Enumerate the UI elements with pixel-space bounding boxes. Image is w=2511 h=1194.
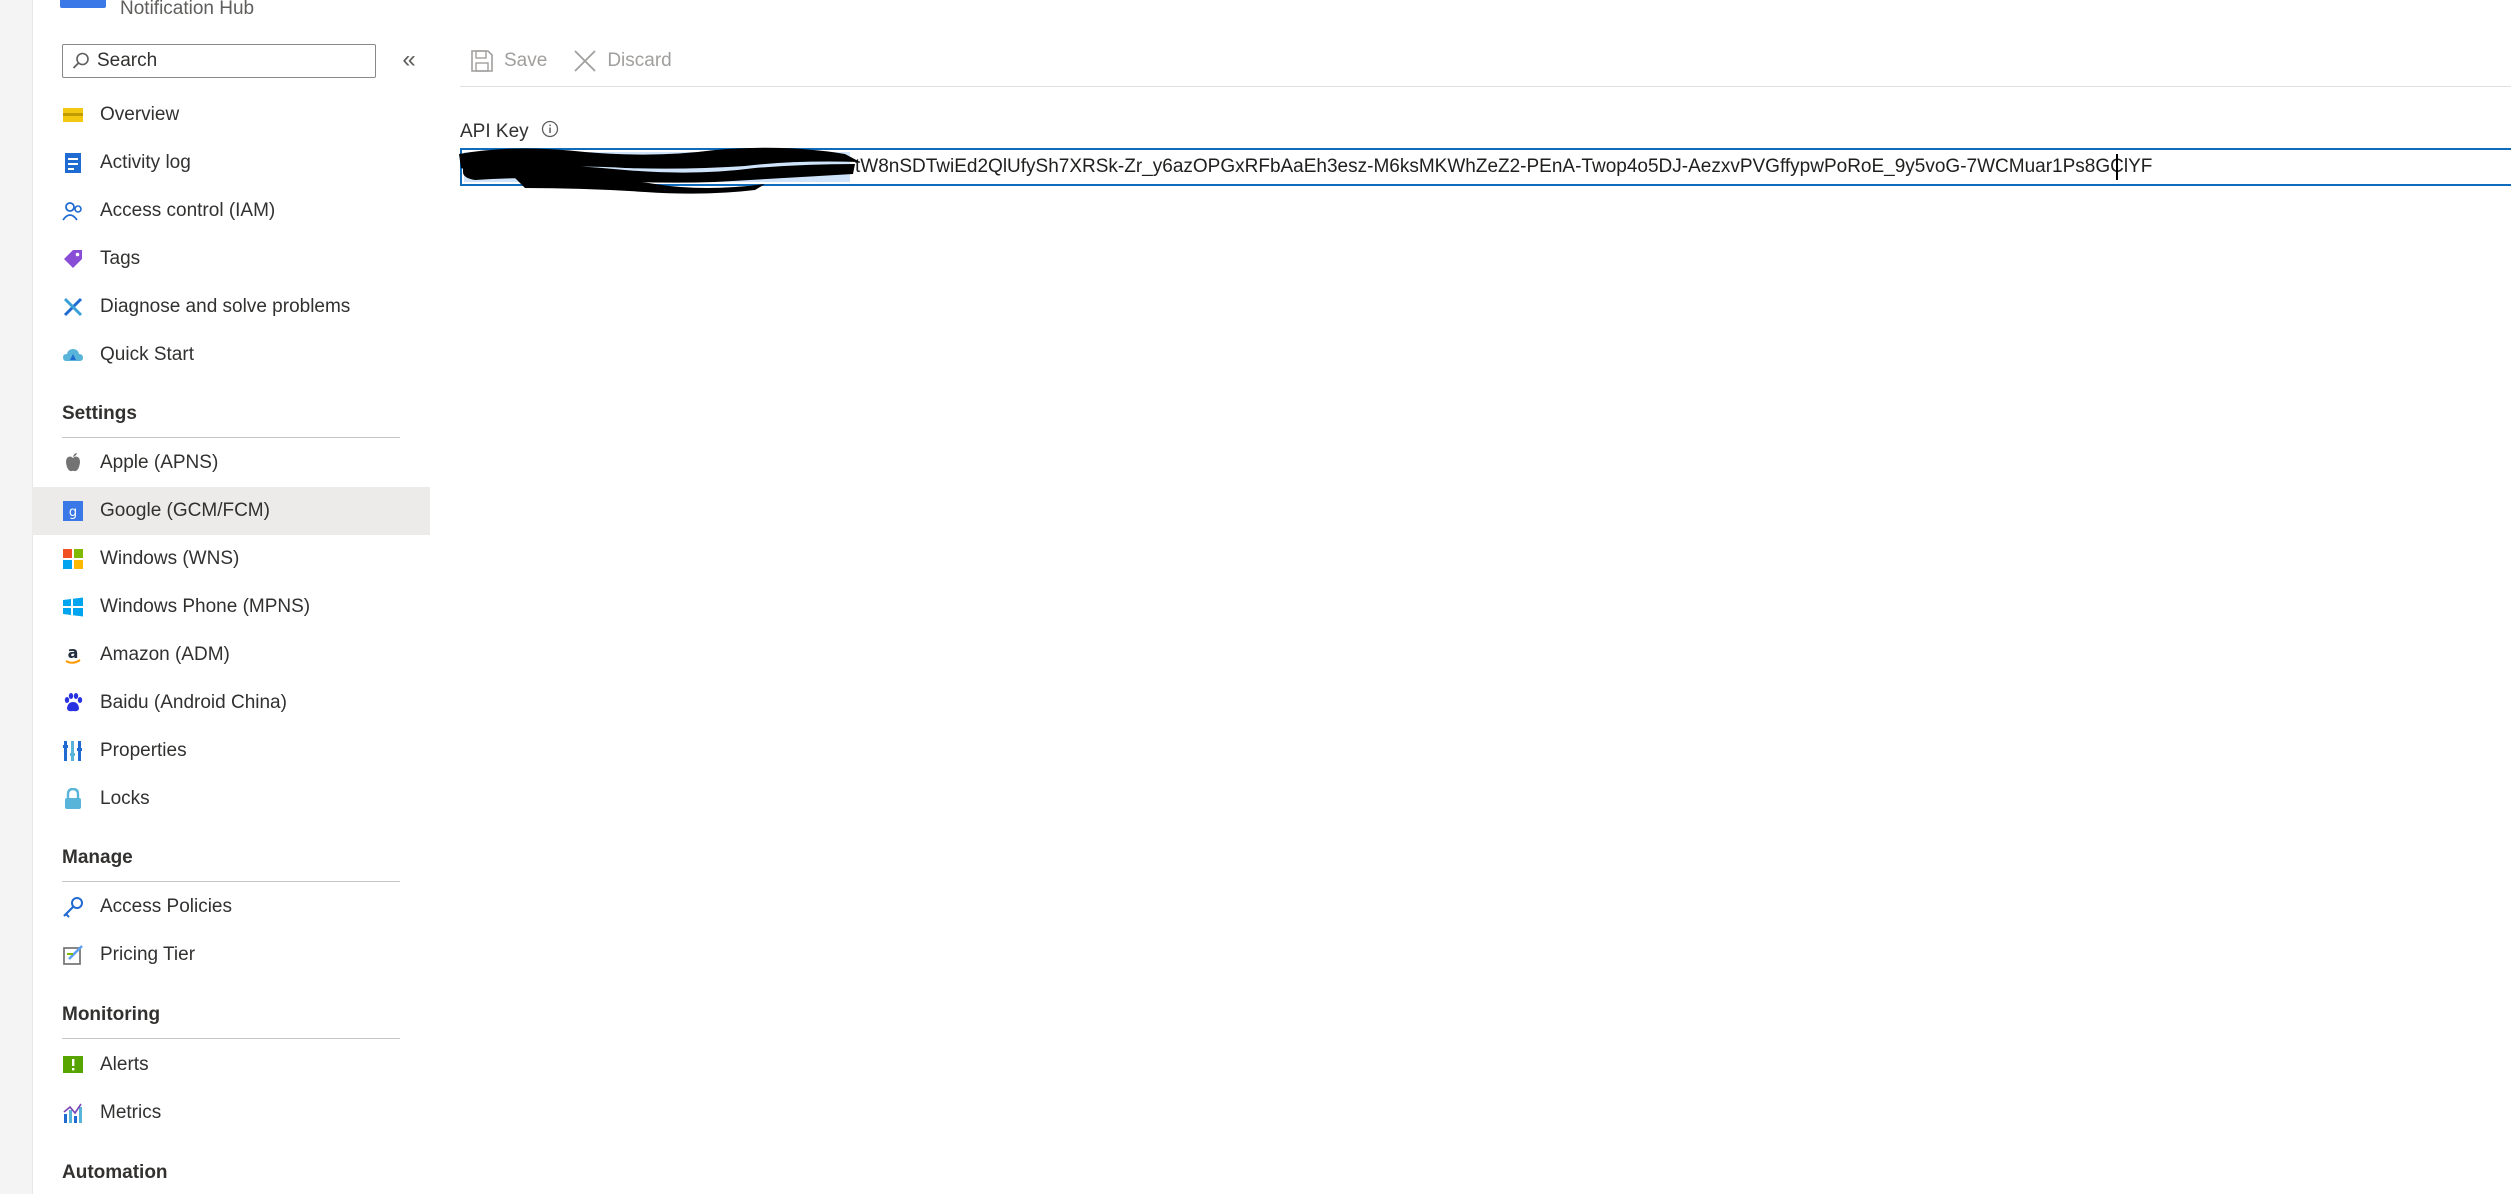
save-button-label: Save bbox=[504, 50, 548, 71]
section-monitoring-title: Monitoring bbox=[62, 1004, 161, 1025]
api-key-label: API Key bbox=[460, 120, 559, 144]
key-icon bbox=[62, 896, 84, 918]
lock-icon bbox=[62, 788, 84, 810]
nav-item-label: Metrics bbox=[100, 1102, 162, 1123]
section-divider bbox=[62, 881, 400, 882]
nav-item-label: Pricing Tier bbox=[100, 944, 196, 965]
nav-item-label: Baidu (Android China) bbox=[100, 692, 287, 713]
sidebar: « Overview Activity log Access control (… bbox=[32, 0, 430, 1194]
activity-log-icon bbox=[62, 152, 84, 174]
nav-item-label: Google (GCM/FCM) bbox=[100, 500, 270, 521]
double-chevron-left-icon: « bbox=[402, 46, 416, 73]
toolbar-divider bbox=[460, 86, 2511, 87]
paw-icon bbox=[62, 692, 84, 714]
nav-item-baidu[interactable]: Baidu (Android China) bbox=[32, 679, 430, 727]
google-icon: g bbox=[62, 500, 84, 522]
nav-item-diagnose[interactable]: Diagnose and solve problems bbox=[32, 283, 430, 331]
svg-text:g: g bbox=[69, 505, 77, 520]
wrench-icon bbox=[62, 296, 84, 318]
text-caret bbox=[2116, 154, 2118, 180]
nav-item-label: Quick Start bbox=[100, 344, 194, 365]
search-box[interactable] bbox=[62, 44, 376, 78]
save-button[interactable]: Save bbox=[470, 49, 547, 73]
nav-item-properties[interactable]: Properties bbox=[32, 727, 430, 775]
section-automation-title: Automation bbox=[62, 1162, 168, 1183]
cloud-icon bbox=[62, 344, 84, 366]
api-key-value: tW8nSDTwiEd2QlUfySh7XRSk-Zr_y6azOPGxRFbA… bbox=[855, 156, 2153, 177]
redaction-scribble bbox=[459, 147, 860, 194]
nav-item-label: Diagnose and solve problems bbox=[100, 296, 351, 317]
info-icon[interactable] bbox=[541, 120, 559, 144]
nav-item-label: Windows Phone (MPNS) bbox=[100, 596, 311, 617]
metrics-icon bbox=[62, 1102, 84, 1124]
collapse-sidebar-button[interactable]: « bbox=[394, 46, 424, 76]
section-divider bbox=[62, 1038, 400, 1039]
svg-text:a: a bbox=[68, 644, 79, 662]
nav-item-pricing-tier[interactable]: Pricing Tier bbox=[32, 931, 430, 979]
save-icon bbox=[471, 50, 493, 72]
alert-icon bbox=[62, 1054, 84, 1076]
nav-item-metrics[interactable]: Metrics bbox=[32, 1089, 430, 1137]
nav-item-label: Activity log bbox=[100, 152, 191, 173]
nav-item-label: Access control (IAM) bbox=[100, 200, 276, 221]
nav-item-locks[interactable]: Locks bbox=[32, 775, 430, 823]
search-icon bbox=[71, 51, 91, 71]
nav-item-label: Access Policies bbox=[100, 896, 232, 917]
amazon-icon: a bbox=[62, 644, 84, 666]
nav-item-label: Tags bbox=[100, 248, 141, 269]
discard-button-label: Discard bbox=[607, 50, 672, 71]
tag-icon bbox=[62, 248, 84, 270]
nav-item-overview[interactable]: Overview bbox=[32, 91, 430, 139]
nav-item-label: Amazon (ADM) bbox=[100, 644, 230, 665]
nav-item-windows-phone[interactable]: Windows Phone (MPNS) bbox=[32, 583, 430, 631]
people-icon bbox=[62, 200, 84, 222]
section-settings-title: Settings bbox=[62, 403, 137, 424]
nav-item-apple[interactable]: Apple (APNS) bbox=[32, 439, 430, 487]
nav-item-google[interactable]: g Google (GCM/FCM) bbox=[32, 487, 430, 535]
pricing-tier-icon bbox=[62, 944, 84, 966]
close-icon bbox=[574, 50, 596, 72]
overview-icon bbox=[62, 104, 84, 126]
windows-icon bbox=[62, 548, 84, 570]
apple-icon bbox=[62, 452, 84, 474]
windows-phone-icon bbox=[62, 596, 84, 618]
nav-item-label: Windows (WNS) bbox=[100, 548, 240, 569]
search-input[interactable] bbox=[95, 49, 359, 73]
nav-item-quick-start[interactable]: Quick Start bbox=[32, 331, 430, 379]
discard-button[interactable]: Discard bbox=[573, 49, 672, 73]
command-bar: Save Discard bbox=[470, 44, 698, 78]
nav-item-activity-log[interactable]: Activity log bbox=[32, 139, 430, 187]
section-divider bbox=[62, 437, 400, 438]
nav-item-alerts[interactable]: Alerts bbox=[32, 1041, 430, 1089]
nav-item-label: Apple (APNS) bbox=[100, 452, 219, 473]
nav-item-access-policies[interactable]: Access Policies bbox=[32, 883, 430, 931]
left-edge-bar bbox=[0, 0, 33, 1194]
nav-item-label: Alerts bbox=[100, 1054, 149, 1075]
nav-item-label: Locks bbox=[100, 788, 150, 809]
nav-item-tags[interactable]: Tags bbox=[32, 235, 430, 283]
api-key-label-text: API Key bbox=[460, 121, 529, 142]
nav-item-access-control[interactable]: Access control (IAM) bbox=[32, 187, 430, 235]
nav-item-amazon[interactable]: a Amazon (ADM) bbox=[32, 631, 430, 679]
nav-item-label: Properties bbox=[100, 740, 187, 761]
section-manage-title: Manage bbox=[62, 847, 133, 868]
nav-item-windows-wns[interactable]: Windows (WNS) bbox=[32, 535, 430, 583]
nav-item-label: Overview bbox=[100, 104, 180, 125]
properties-icon bbox=[62, 740, 84, 762]
